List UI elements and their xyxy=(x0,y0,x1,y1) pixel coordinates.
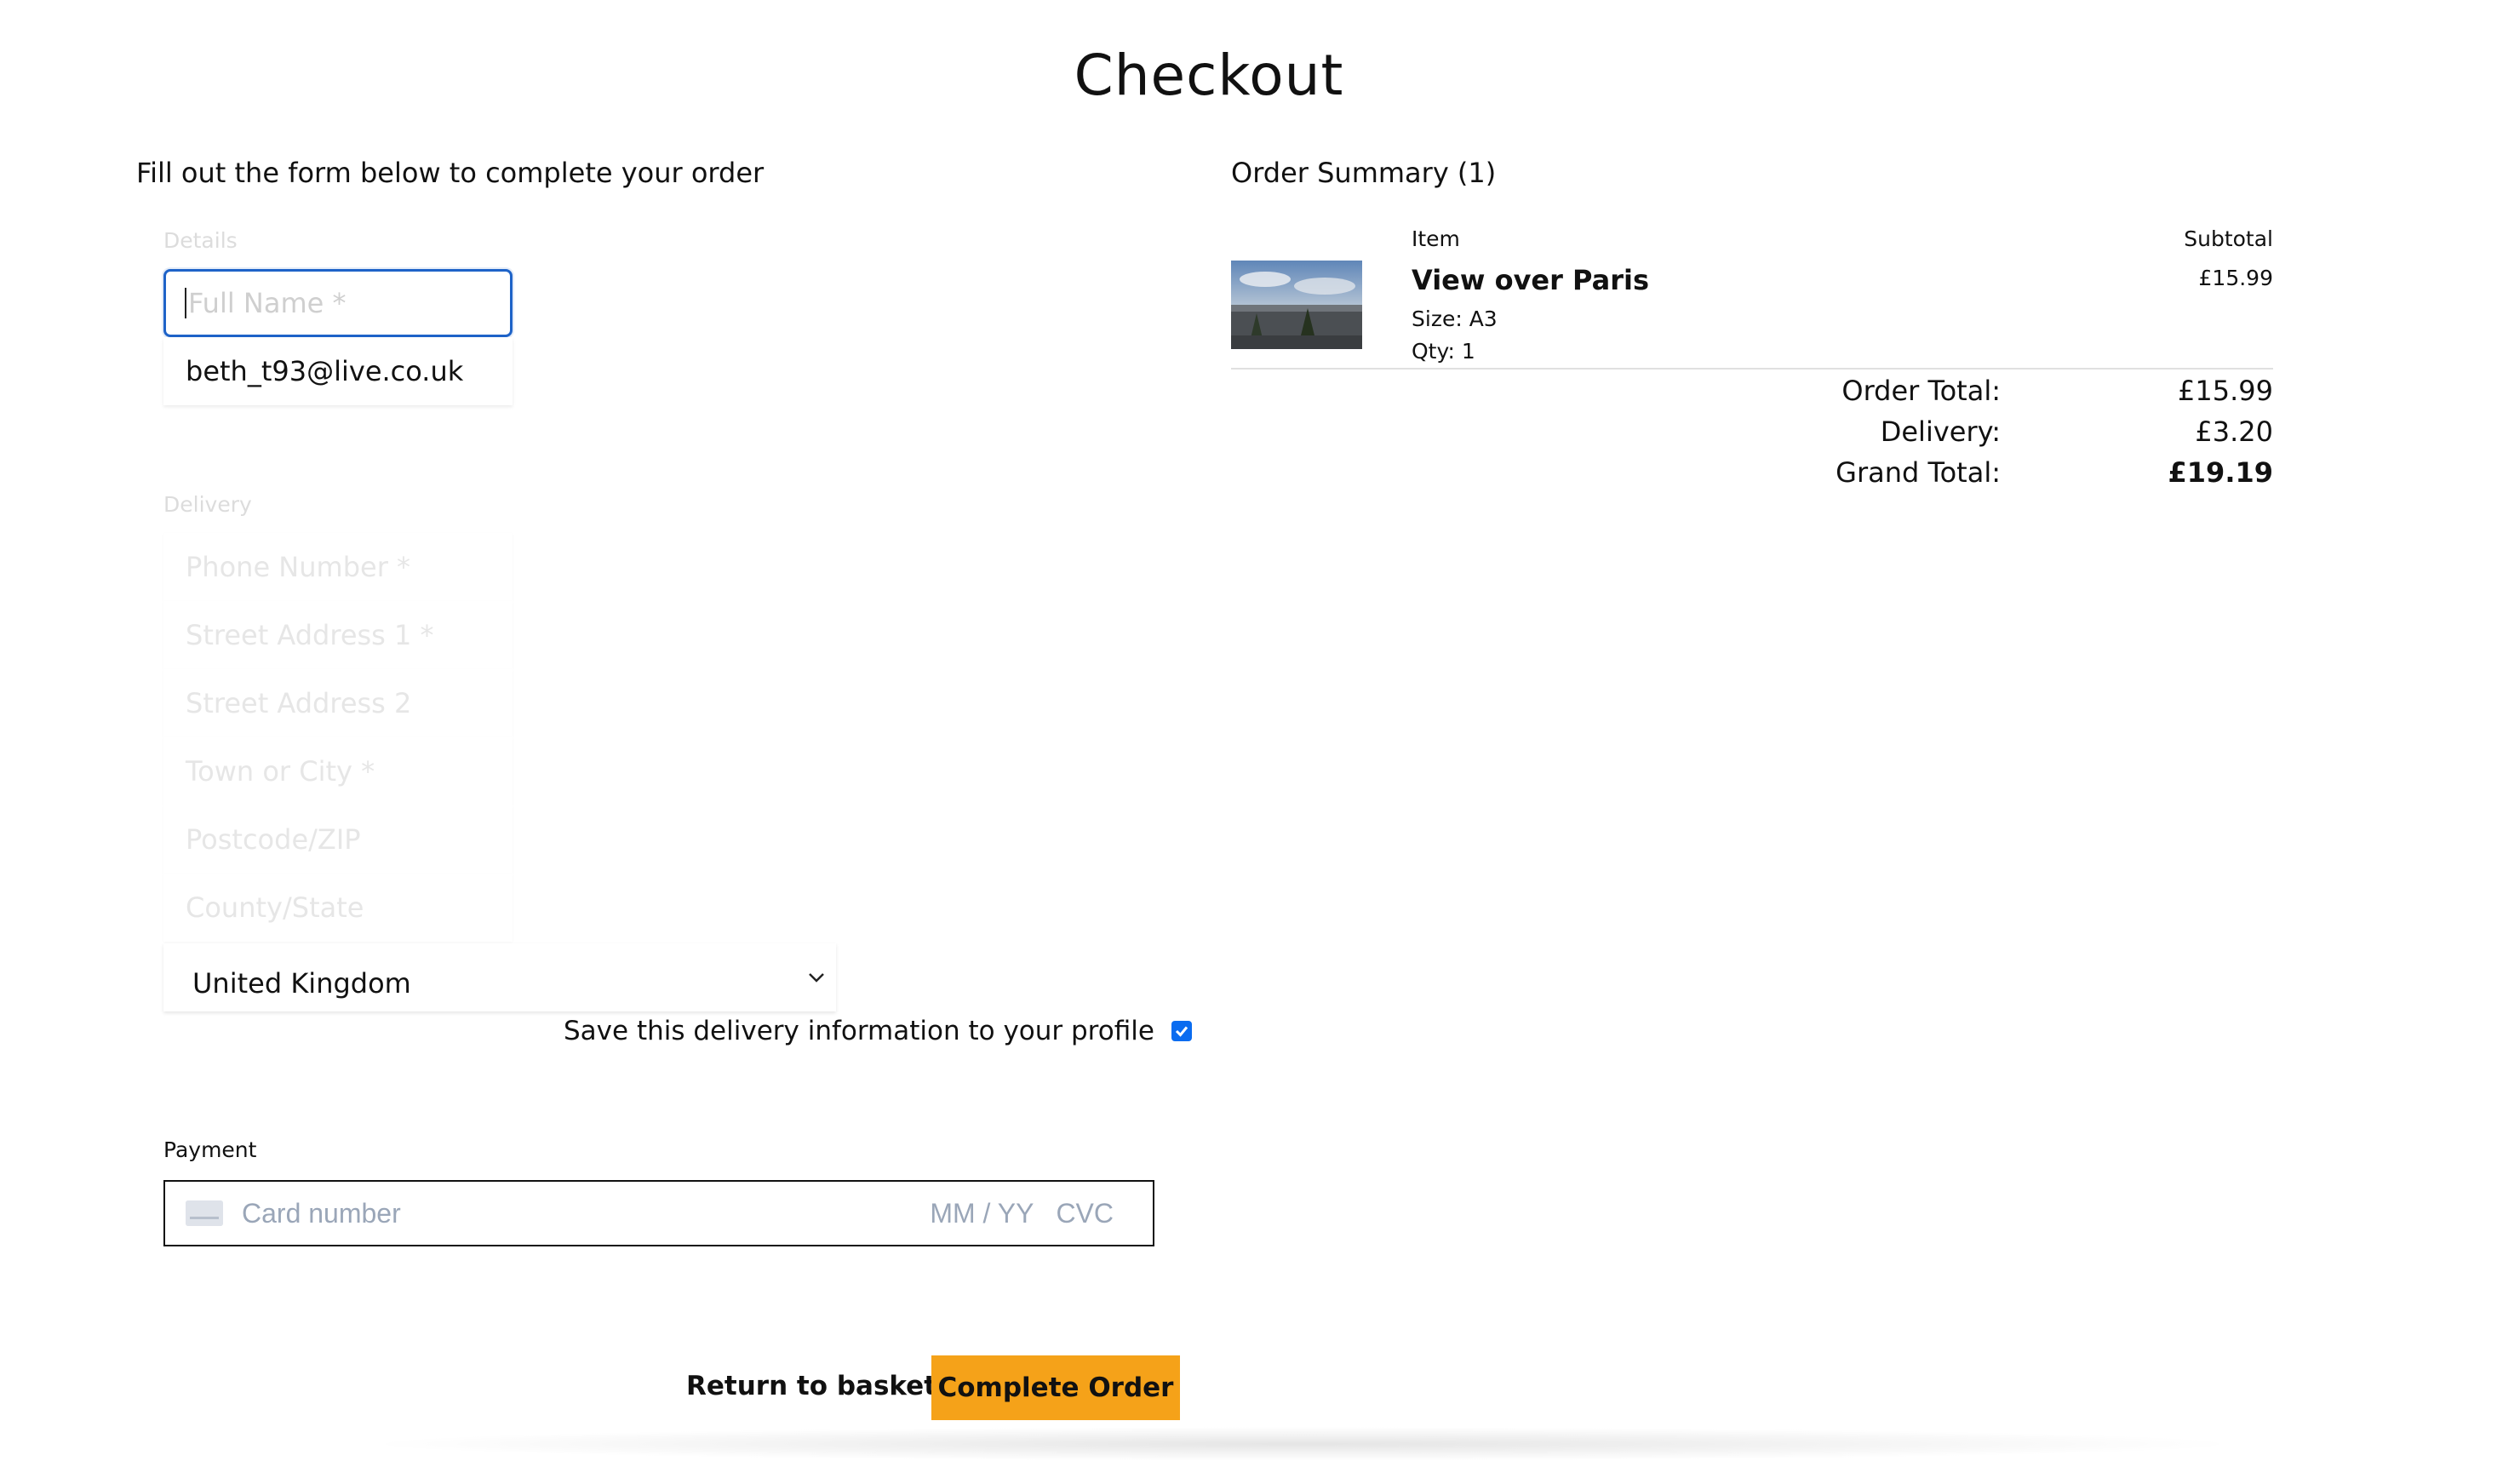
checkmark-icon xyxy=(1175,1026,1188,1037)
footer-shadow xyxy=(358,1427,2248,1461)
product-thumbnail xyxy=(1231,261,1362,349)
country-select-value: United Kingdom xyxy=(192,967,411,1000)
summary-divider xyxy=(1231,368,2273,370)
item-subtotal: £15.99 xyxy=(2198,266,2273,290)
full-name-input[interactable]: Full Name * xyxy=(163,269,513,337)
save-info-label: Save this delivery information to your p… xyxy=(564,1016,1154,1046)
complete-order-button[interactable]: Complete Order xyxy=(931,1355,1180,1420)
save-info-checkbox[interactable] xyxy=(1171,1021,1192,1041)
phone-number-input[interactable]: Phone Number * xyxy=(163,533,513,601)
credit-card-icon xyxy=(186,1200,223,1226)
return-to-basket-link[interactable]: Return to basket xyxy=(686,1371,936,1401)
item-column-header: Item xyxy=(1412,226,1460,251)
card-input[interactable]: Card number MM / YY CVC xyxy=(163,1180,1154,1246)
town-or-city-input[interactable]: Town or City * xyxy=(163,737,513,805)
page-title: Checkout xyxy=(1074,43,1344,108)
delivery-cost-label: Delivery: xyxy=(1880,415,2001,448)
full-name-placeholder: Full Name * xyxy=(188,287,346,319)
form-intro-text: Fill out the form below to complete your… xyxy=(136,157,765,189)
card-expiry-placeholder: MM / YY xyxy=(930,1197,1034,1229)
county-state-input[interactable]: County/State xyxy=(163,874,513,942)
chevron-down-icon xyxy=(809,973,824,983)
details-legend: Details xyxy=(163,228,238,253)
order-total-label: Order Total: xyxy=(1841,375,2001,407)
street-address-1-input[interactable]: Street Address 1 * xyxy=(163,601,513,669)
email-input[interactable]: beth_t93@live.co.uk xyxy=(163,337,513,405)
grand-total-label: Grand Total: xyxy=(1836,456,2001,489)
delivery-legend: Delivery xyxy=(163,492,252,517)
street-address-2-input[interactable]: Street Address 2 xyxy=(163,669,513,737)
order-total-value: £15.99 xyxy=(2178,375,2273,407)
text-caret xyxy=(185,288,186,318)
card-cvc-placeholder: CVC xyxy=(1056,1197,1114,1229)
card-number-placeholder: Card number xyxy=(242,1197,401,1229)
item-size: Size: A3 xyxy=(1412,307,1498,331)
subtotal-column-header: Subtotal xyxy=(2184,226,2273,251)
delivery-cost-value: £3.20 xyxy=(2195,415,2273,448)
country-select[interactable]: United Kingdom xyxy=(163,943,836,1011)
postcode-input[interactable]: Postcode/ZIP xyxy=(163,805,513,874)
item-name: View over Paris xyxy=(1412,264,1650,296)
save-info-row: Save this delivery information to your p… xyxy=(564,1016,1192,1046)
payment-label: Payment xyxy=(163,1137,257,1162)
order-summary-title: Order Summary (1) xyxy=(1231,157,1497,189)
item-quantity: Qty: 1 xyxy=(1412,339,1475,364)
grand-total-value: £19.19 xyxy=(2168,456,2273,489)
